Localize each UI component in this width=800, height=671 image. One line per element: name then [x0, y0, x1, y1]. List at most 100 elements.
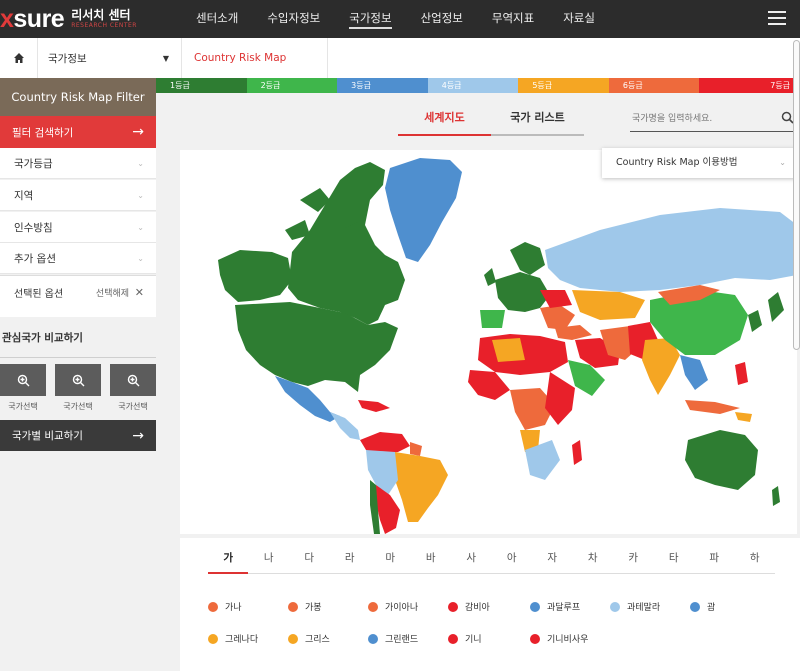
consonant-tab[interactable]: 다 — [289, 550, 330, 565]
country-item[interactable]: 과테말라 — [610, 600, 660, 613]
filter-region[interactable]: 지역 ⌄ — [0, 180, 156, 211]
consonant-tab[interactable]: 가 — [208, 550, 249, 565]
region-southeast-asia[interactable] — [680, 355, 708, 390]
tab-world-map[interactable]: 세계지도 — [398, 104, 491, 136]
region-greenland[interactable] — [385, 158, 462, 262]
region-russia[interactable] — [545, 208, 797, 292]
breadcrumb-risk-map[interactable]: Country Risk Map — [182, 38, 328, 78]
country-item[interactable]: 가봉 — [288, 600, 322, 613]
region-central-america[interactable] — [330, 412, 360, 440]
logo[interactable]: xsure 리서치 센터 RESEARCH CENTER — [0, 0, 137, 38]
country-name: 가이아나 — [385, 603, 419, 613]
consonant-tab[interactable]: 마 — [370, 550, 411, 565]
nav-center-intro[interactable]: 센터소개 — [196, 0, 238, 38]
region-new-zealand[interactable] — [772, 486, 780, 506]
nav-importer-info[interactable]: 수입자정보 — [267, 0, 320, 38]
region-alaska[interactable] — [218, 250, 292, 302]
grade-legend-7[interactable]: 7등급 — [699, 78, 800, 93]
compare-slot-label: 국가선택 — [63, 402, 93, 411]
close-icon: ✕ — [134, 286, 144, 299]
filter-underwriting-policy[interactable]: 인수방침 ⌄ — [0, 212, 156, 243]
consonant-tab[interactable]: 하 — [735, 550, 776, 565]
breadcrumb-country-info[interactable]: 국가정보 ▼ — [38, 38, 182, 78]
consonant-tab[interactable]: 나 — [249, 550, 290, 565]
world-risk-map[interactable] — [180, 150, 797, 534]
consonant-tab[interactable]: 사 — [451, 550, 492, 565]
chevron-down-icon: ⌄ — [137, 222, 144, 232]
region-australia[interactable] — [685, 430, 758, 490]
consonant-tab[interactable]: 파 — [694, 550, 735, 565]
clear-selection-button[interactable]: 선택해제 ✕ — [96, 286, 144, 299]
compare-slot-1[interactable] — [0, 364, 46, 396]
region-madagascar[interactable] — [572, 440, 582, 465]
country-item[interactable]: 감비아 — [448, 600, 490, 613]
region-korea-japan[interactable] — [748, 292, 784, 332]
nav-country-info[interactable]: 국가정보 — [349, 0, 392, 29]
compare-slot-3[interactable] — [110, 364, 156, 396]
filter-additional-options[interactable]: 추가 옵션 ⌄ — [0, 243, 156, 274]
consonant-tab[interactable]: 자 — [532, 550, 573, 565]
region-west-africa[interactable] — [468, 370, 510, 400]
country-item[interactable]: 기니 — [448, 632, 482, 645]
filter-country-grade[interactable]: 국가등급 ⌄ — [0, 148, 156, 179]
country-item[interactable]: 가이아나 — [368, 600, 418, 613]
region-iberia[interactable] — [480, 310, 505, 328]
country-grade-dot — [368, 601, 378, 612]
tab-country-list[interactable]: 국가 리스트 — [491, 104, 584, 136]
country-grade-dot — [448, 633, 458, 644]
region-scandinavia[interactable] — [510, 242, 545, 275]
chevron-down-icon: ⌄ — [779, 158, 786, 167]
country-item[interactable]: 과달루프 — [530, 600, 580, 613]
region-png[interactable] — [735, 412, 752, 422]
grade-legend-2[interactable]: 2등급 — [246, 78, 338, 93]
country-item[interactable]: 그리스 — [288, 632, 330, 645]
grade-legend-6[interactable]: 6등급 — [608, 78, 700, 93]
region-kazakhstan[interactable] — [572, 290, 645, 320]
consonant-tab[interactable]: 바 — [411, 550, 452, 565]
country-name: 감비아 — [465, 603, 490, 613]
region-brazil[interactable] — [395, 452, 448, 522]
consonant-tab[interactable]: 타 — [654, 550, 695, 565]
home-button[interactable] — [0, 38, 38, 78]
consonant-tab[interactable]: 카 — [613, 550, 654, 565]
grade-legend-5[interactable]: 5등급 — [518, 78, 609, 93]
top-navigation-bar: xsure 리서치 센터 RESEARCH CENTER 센터소개 수입자정보 … — [0, 0, 800, 38]
consonant-tab[interactable]: 라 — [330, 550, 371, 565]
nav-library[interactable]: 자료실 — [563, 0, 595, 38]
region-indonesia[interactable] — [685, 400, 740, 414]
scrollbar[interactable] — [793, 40, 800, 350]
zoom-in-icon — [127, 374, 139, 386]
zoom-in-icon — [17, 374, 29, 386]
region-uk[interactable] — [484, 268, 496, 286]
howto-dropdown[interactable]: Country Risk Map 이용방법 ⌄ — [602, 148, 796, 178]
country-name: 과테말라 — [627, 603, 661, 613]
region-guyana[interactable] — [410, 442, 422, 456]
country-item[interactable]: 그린랜드 — [368, 632, 418, 645]
consonant-tab[interactable]: 차 — [573, 550, 614, 565]
grade-legend-4[interactable]: 4등급 — [427, 78, 519, 93]
region-philippines[interactable] — [735, 362, 748, 385]
country-item[interactable]: 그레나다 — [208, 632, 258, 645]
region-caribbean[interactable] — [358, 400, 390, 412]
region-east-africa[interactable] — [545, 372, 575, 425]
home-icon — [13, 53, 24, 63]
consonant-tab[interactable]: 아 — [492, 550, 533, 565]
world-map-svg[interactable] — [180, 150, 797, 534]
logo-mark: xsure — [0, 4, 65, 33]
country-index-panel: 가나다라마바사아자차카타파하 가나 가봉 가이아나 감비아 과달루프 과테말라 괌 그레나다 그… — [180, 538, 800, 671]
nav-trade-index[interactable]: 무역지표 — [492, 0, 534, 38]
country-grade-dot — [610, 601, 620, 612]
country-item[interactable]: 기니비사우 — [530, 632, 588, 645]
filter-search-button[interactable]: 필터 검색하기 → — [0, 116, 156, 148]
country-name: 그리스 — [305, 635, 330, 645]
country-search-input[interactable] — [630, 107, 770, 131]
compare-countries-button[interactable]: 국가별 비교하기 → — [0, 420, 156, 451]
country-grade-dot — [530, 601, 540, 612]
country-item[interactable]: 가나 — [208, 600, 242, 613]
nav-industry-info[interactable]: 산업정보 — [421, 0, 463, 38]
hamburger-menu-icon[interactable] — [768, 11, 786, 25]
grade-legend-3[interactable]: 3등급 — [337, 78, 428, 93]
grade-legend-1[interactable]: 1등급 — [156, 78, 247, 93]
compare-slot-2[interactable] — [55, 364, 101, 396]
country-item[interactable]: 괌 — [690, 600, 715, 613]
